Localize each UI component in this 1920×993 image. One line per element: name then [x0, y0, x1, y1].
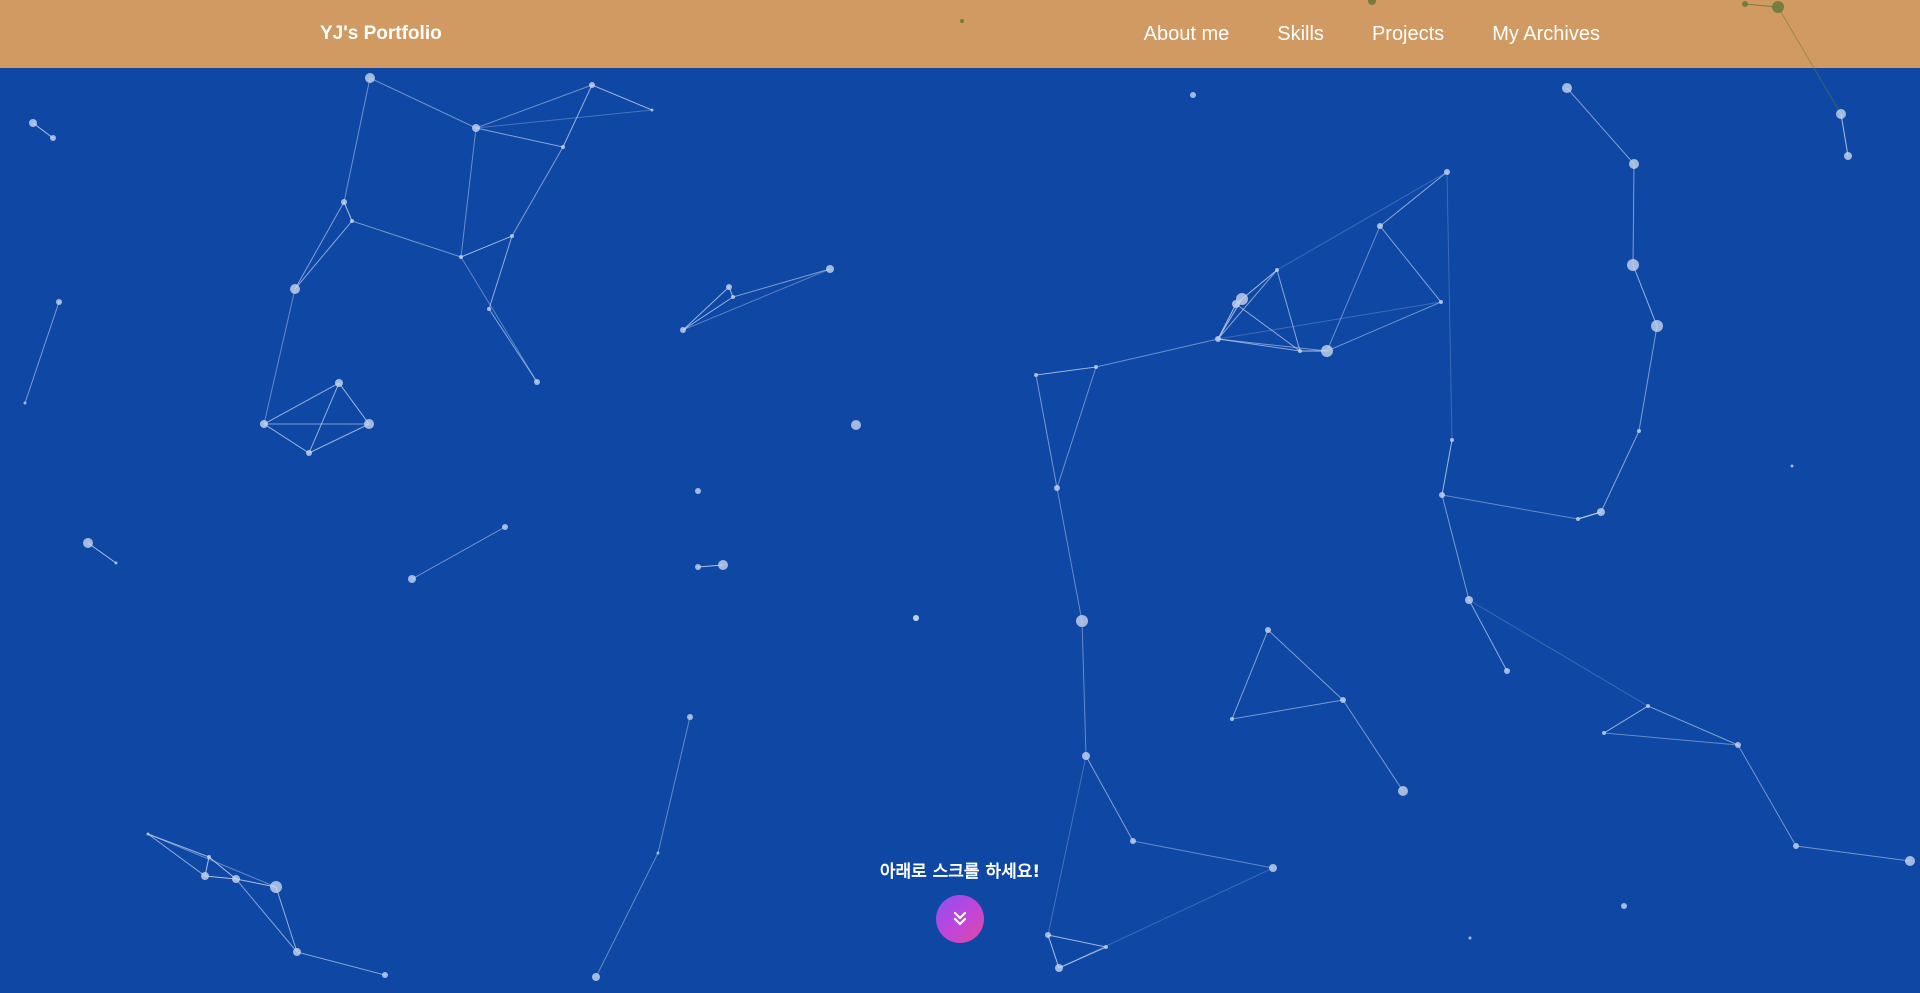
scroll-down-button[interactable]: [936, 895, 984, 943]
nav-links: About me Skills Projects My Archives: [1144, 0, 1600, 68]
hero-section: [0, 68, 1920, 993]
brand-logo[interactable]: YJ's Portfolio: [320, 0, 442, 68]
scroll-hint-text: 아래로 스크롤 하세요!: [879, 862, 1041, 882]
nav-link-skills[interactable]: Skills: [1277, 23, 1324, 46]
nav-link-my-archives[interactable]: My Archives: [1492, 23, 1600, 46]
nav-link-projects[interactable]: Projects: [1372, 23, 1444, 46]
navbar: YJ's Portfolio About me Skills Projects …: [0, 0, 1920, 68]
double-chevron-down-icon: [953, 911, 967, 926]
nav-link-about-me[interactable]: About me: [1144, 23, 1230, 46]
